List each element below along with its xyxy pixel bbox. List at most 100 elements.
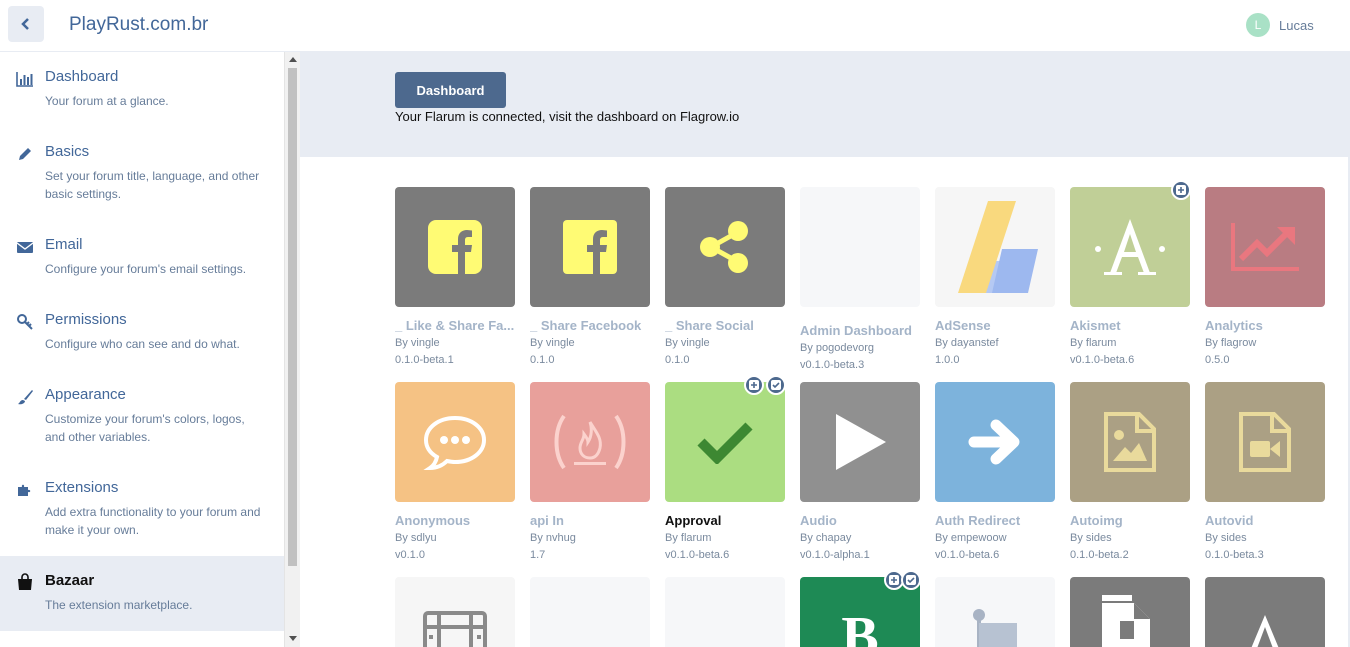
sidebar-scrollbar[interactable] (284, 52, 300, 647)
extension-author: By flarum (665, 532, 712, 544)
extension-tile[interactable]: Auth Redirect By empewoow v0.1.0-beta.6 (935, 382, 1055, 562)
extension-tile[interactable] (1070, 577, 1190, 647)
extension-image (935, 577, 1055, 647)
enabled-badge-icon (901, 570, 921, 590)
adsense-icon (958, 201, 1038, 293)
extension-version: v0.1.0-beta.6 (1070, 354, 1135, 366)
extension-tile[interactable] (665, 577, 785, 647)
extension-image (800, 382, 920, 502)
sidebar-item-label: Appearance (45, 386, 126, 403)
extension-image (1070, 180, 1191, 307)
extension-tile[interactable]: B (800, 570, 921, 647)
extension-image (1070, 577, 1190, 647)
extension-author: By nvhug (530, 532, 576, 544)
sidebar-item-label: Permissions (45, 311, 127, 328)
extension-image (1205, 382, 1325, 502)
a-letter-icon (1251, 615, 1279, 647)
site-title[interactable]: PlayRust.com.br (69, 14, 208, 36)
extension-tile[interactable]: _ Like & Share Fa... By vingle 0.1.0-bet… (395, 187, 515, 367)
extension-image (395, 382, 515, 502)
scroll-up-arrow-icon[interactable] (289, 57, 297, 62)
facebook-icon (563, 220, 617, 274)
sidebar-item-basics[interactable]: Basics Set your forum title, language, a… (0, 143, 284, 213)
document-icon (1102, 595, 1150, 647)
extension-tile[interactable] (935, 577, 1055, 647)
sidebar-item-desc: Customize your forum's colors, logos, an… (45, 412, 245, 444)
extension-tile[interactable]: api In By nvhug 1.7 (530, 382, 650, 562)
extension-author: By sides (1205, 532, 1247, 544)
sidebar-item-permissions[interactable]: Permissions Configure who can see and do… (0, 311, 284, 361)
key-icon (17, 314, 33, 330)
sidebar-item-desc: The extension marketplace. (45, 598, 193, 612)
arrow-right-icon (968, 419, 1020, 465)
extension-tile[interactable] (395, 577, 515, 647)
enabled-badge-icon (766, 375, 786, 395)
image-file-icon (1104, 412, 1156, 472)
sidebar-item-appearance[interactable]: Appearance Customize your forum's colors… (0, 386, 284, 456)
sidebar-item-desc: Configure your forum's email settings. (45, 262, 247, 276)
extension-tile[interactable] (1205, 577, 1325, 647)
extension-version: 0.5.0 (1205, 354, 1230, 366)
extension-title: _ Share Facebook (530, 318, 642, 333)
sidebar-item-desc: Set your forum title, language, and othe… (45, 169, 260, 201)
extension-tile[interactable]: AdSense By dayanstef 1.0.0 (935, 187, 1055, 367)
extension-tile[interactable]: _ Share Facebook By vingle 0.1.0 (530, 187, 650, 367)
user-menu[interactable]: L Lucas (1246, 13, 1314, 37)
extension-tile[interactable]: _ Share Social By vingle 0.1.0 (665, 187, 785, 367)
dashboard-button[interactable]: Dashboard (395, 72, 506, 108)
sidebar-item-dashboard[interactable]: Dashboard Your forum at a glance. (0, 68, 284, 128)
extension-version: 0.1.0 (665, 354, 690, 366)
shopping-bag-icon (18, 573, 32, 590)
extension-author: By empewoow (935, 532, 1007, 544)
extension-title: Approval (665, 513, 722, 528)
sidebar-item-bazaar[interactable]: Bazaar The extension marketplace. (0, 556, 284, 631)
b-letter-icon: B (841, 607, 878, 647)
sidebar: Dashboard Your forum at a glance. Basics… (0, 52, 284, 647)
svg-text:B: B (841, 607, 878, 647)
top-header: PlayRust.com.br L Lucas (0, 0, 1350, 52)
extension-tile[interactable] (530, 577, 650, 647)
check-icon (697, 422, 753, 464)
extension-tile[interactable]: Analytics By flagrow 0.5.0 (1205, 187, 1325, 367)
extension-title: Autoimg (1070, 513, 1123, 528)
extension-tile[interactable]: Audio By chapay v0.1.0-alpha.1 (800, 382, 920, 562)
extension-title: Autovid (1205, 513, 1254, 528)
back-button[interactable] (8, 6, 44, 42)
facebook-icon (428, 220, 482, 274)
speech-bubble-icon (423, 415, 487, 470)
extension-author: By dayanstef (935, 337, 999, 349)
extension-author: By vingle (665, 337, 710, 349)
extension-tile[interactable]: Admin Dashboard By pogodevorg v0.1.0-bet… (800, 187, 920, 372)
flagrow-banner: Dashboard Your Flarum is connected, visi… (300, 52, 1348, 157)
banner-text: Your Flarum is connected, visit the dash… (395, 109, 740, 124)
sidebar-item-desc: Configure who can see and do what. (45, 337, 240, 351)
sidebar-item-email[interactable]: Email Configure your forum's email setti… (0, 236, 284, 286)
paintbrush-icon (18, 390, 33, 405)
envelope-icon (16, 242, 34, 253)
username: Lucas (1279, 17, 1314, 33)
add-badge-icon (744, 375, 764, 395)
extension-image (665, 577, 785, 647)
extension-version: v0.1.0-beta.6 (665, 549, 730, 561)
extension-image (530, 187, 650, 307)
extension-image (800, 187, 920, 307)
akismet-icon (1095, 219, 1165, 275)
extension-image (530, 382, 650, 502)
extension-tile[interactable]: Akismet By flarum v0.1.0-beta.6 (1070, 180, 1191, 367)
extension-title: api In (530, 513, 564, 528)
scroll-down-arrow-icon[interactable] (289, 636, 297, 641)
extension-version: v0.1.0 (395, 549, 425, 561)
scroll-thumb[interactable] (288, 68, 297, 566)
extension-title: _ Share Social (665, 318, 754, 333)
fire-icon (554, 414, 626, 470)
chart-line-icon (1231, 223, 1299, 271)
extension-title: Auth Redirect (935, 513, 1021, 528)
extension-tile[interactable]: Approval By flarum v0.1.0-beta.6 (665, 375, 786, 562)
extension-version: 1.0.0 (935, 354, 960, 366)
extension-tile[interactable]: Anonymous By sdlyu v0.1.0 (395, 382, 515, 562)
extension-tile[interactable]: Autovid By sides 0.1.0-beta.3 (1205, 382, 1325, 562)
sidebar-item-extensions[interactable]: Extensions Add extra functionality to yo… (0, 479, 284, 549)
sidebar-item-label: Bazaar (45, 572, 95, 589)
extension-tile[interactable]: Autoimg By sides 0.1.0-beta.2 (1070, 382, 1190, 562)
extension-author: By sides (1070, 532, 1112, 544)
